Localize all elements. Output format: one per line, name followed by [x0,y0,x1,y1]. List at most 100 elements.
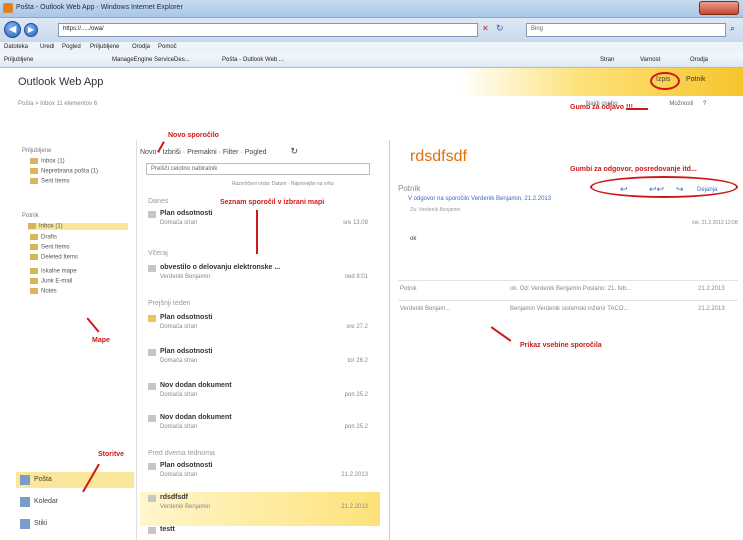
folder-inbox[interactable]: Inbox (1) [28,223,128,230]
nav-mail[interactable]: Pošta [16,472,134,488]
menu-edit[interactable]: Uredi [40,44,54,50]
list-item[interactable]: Plan odsotnosti Domača stran sre 27.2 [140,312,380,346]
envelope-icon [148,265,156,272]
search-go-icon[interactable]: ⌕ [730,23,735,34]
user-name[interactable]: Potnik [686,76,705,83]
list-item[interactable]: Nov dodan dokument Domača stran pon 25.2 [140,412,380,446]
folder-label: Notes [41,288,57,295]
favorites-header[interactable]: Priljubljene [22,148,51,154]
mailbox-search-input[interactable]: Preišči celotno nabiralnik [146,163,370,175]
reading-thread-line[interactable]: V odgovor na sporočilo Verdenik Benjamin… [408,196,551,202]
help-icon[interactable]: ? [703,101,706,107]
view-button[interactable]: Pogled [245,149,267,156]
sort-hint[interactable]: Razvrščeni vrsta: Datum · Najnovejše na … [232,181,334,187]
folder-search[interactable]: Iskalne mape [30,268,77,275]
nav-calendar[interactable]: Koledar [16,494,134,510]
annotation-new-message: Novo sporočilo [168,132,219,139]
reading-sender[interactable]: Potnik [398,184,420,193]
list-item[interactable]: obvestilo o delovanju elektronske ... Ver… [140,262,380,296]
folder-junk[interactable]: Junk E-mail [30,278,72,285]
folder-sent[interactable]: Sent Items [30,244,70,251]
move-button[interactable]: Premakni [187,149,217,156]
account-header[interactable]: Potnik [22,213,39,219]
new-button[interactable]: Novo [140,149,156,156]
message-date: ned 8:01 [344,274,368,280]
list-item[interactable]: testt [140,524,380,540]
list-item[interactable]: Plan odsotnosti Domača stran sre 13.08 [140,208,380,242]
refresh-icon[interactable]: ↻ [496,23,504,34]
refresh-list-icon[interactable]: ↻ [290,146,298,156]
folder-deleted[interactable]: Deleted Items [30,254,78,261]
nav-label: Stiki [34,520,48,527]
address-input[interactable]: https://...../owa/ [58,23,478,37]
options-menu[interactable]: Možnosti [669,101,693,107]
folder-fav-unread[interactable]: Neprebrana pošta (1) [30,168,98,175]
menu-favorites[interactable]: Priljubljene [90,44,119,50]
folder-icon [30,278,38,284]
folder-fav-sent[interactable]: Sent Items [30,178,70,185]
folder-label: Sent Items [41,244,70,251]
menu-file[interactable]: Datoteka [4,44,28,50]
folder-icon [30,288,38,294]
folder-notes[interactable]: Notes [30,288,57,295]
message-from: Domača stran [160,358,198,364]
bottom-nav: Pošta Koledar Stiki [16,470,134,540]
folder-label: Drafts [41,234,58,241]
signout-highlight [650,72,680,90]
folder-fav-inbox[interactable]: Inbox (1) [30,158,65,165]
search-input[interactable]: Bing [526,23,726,37]
envelope-icon [148,495,156,502]
folder-icon [30,168,38,174]
folder-drafts[interactable]: Drafts [30,234,57,241]
window-titlebar: Pošta - Outlook Web App - Windows Intern… [0,0,743,18]
breadcrumb: Pošta > Inbox 11 elementov 6 [18,101,98,107]
reading-date: čet, 21.2.2013 12:08 [692,220,738,226]
page-menu[interactable]: Stran [600,57,614,63]
group-yesterday: Včeraj [148,250,168,257]
envelope-icon [148,349,156,356]
window-close-button[interactable] [699,1,739,15]
message-subject: Plan odsotnosti [160,462,213,469]
favorites-button[interactable]: Priljubljene [4,57,33,63]
envelope-icon [148,415,156,422]
message-from: Domača stran [160,392,198,398]
delete-button[interactable]: Izbriši [163,149,181,156]
group-older: Pred dvema tednoma [148,450,215,457]
envelope-icon [148,211,156,218]
message-subject: rdsdfsdf [160,494,188,501]
group-last-week: Prejšnji teden [148,300,191,307]
favorite-link-servicedesk[interactable]: ManageEngine ServiceDes... [112,57,190,63]
annotation-arrow [626,108,648,110]
menu-tools[interactable]: Orodja [132,44,150,50]
forward-icon[interactable]: ▶ [24,23,38,37]
annotation-arrow [256,210,258,254]
reading-pane [392,110,743,540]
list-item[interactable]: Plan odsotnosti Domača stran tor 26.2 [140,346,380,380]
stop-icon[interactable]: ✕ [482,24,489,33]
folder-icon [30,158,38,164]
contacts-icon [20,519,30,529]
menu-view[interactable]: Pogled [62,44,81,50]
tools-menu[interactable]: Orodja [690,57,708,63]
list-item[interactable]: Plan odsotnosti Domača stran 21.2.2013 [140,460,380,494]
nav-contacts[interactable]: Stiki [16,516,134,532]
filter-button[interactable]: Filter [223,149,239,156]
message-from: Domača stran [160,472,198,478]
owa-logo: Outlook Web App [18,76,104,88]
thread-row[interactable]: Potnik ok. Od: Verdenik Benjamin Poslano… [398,280,738,298]
list-item-selected[interactable]: rdsdfsdf Verdenik Benjamin 21.2.2013 [140,492,380,526]
tab-owa[interactable]: Pošta - Outlook Web ... [222,57,284,63]
message-subject: Plan odsotnosti [160,210,213,217]
owa-header: Outlook Web App Izpis Potnik [0,68,743,96]
thread-row[interactable]: Verdenik Benjam... Benjamin Verdenik sis… [398,300,738,318]
back-icon[interactable]: ◀ [4,21,21,38]
safety-menu[interactable]: Varnost [640,57,660,63]
envelope-icon [148,315,156,322]
folder-label: Iskalne mape [41,268,77,275]
folder-icon [30,178,38,184]
message-date: 21.2.2013 [341,504,368,510]
menu-help[interactable]: Pomoč [158,44,177,50]
reading-body: ok [410,236,417,242]
window-title: Pošta - Outlook Web App - Windows Intern… [16,4,183,11]
list-item[interactable]: Nov dodan dokument Domača stran pon 25.2 [140,380,380,414]
